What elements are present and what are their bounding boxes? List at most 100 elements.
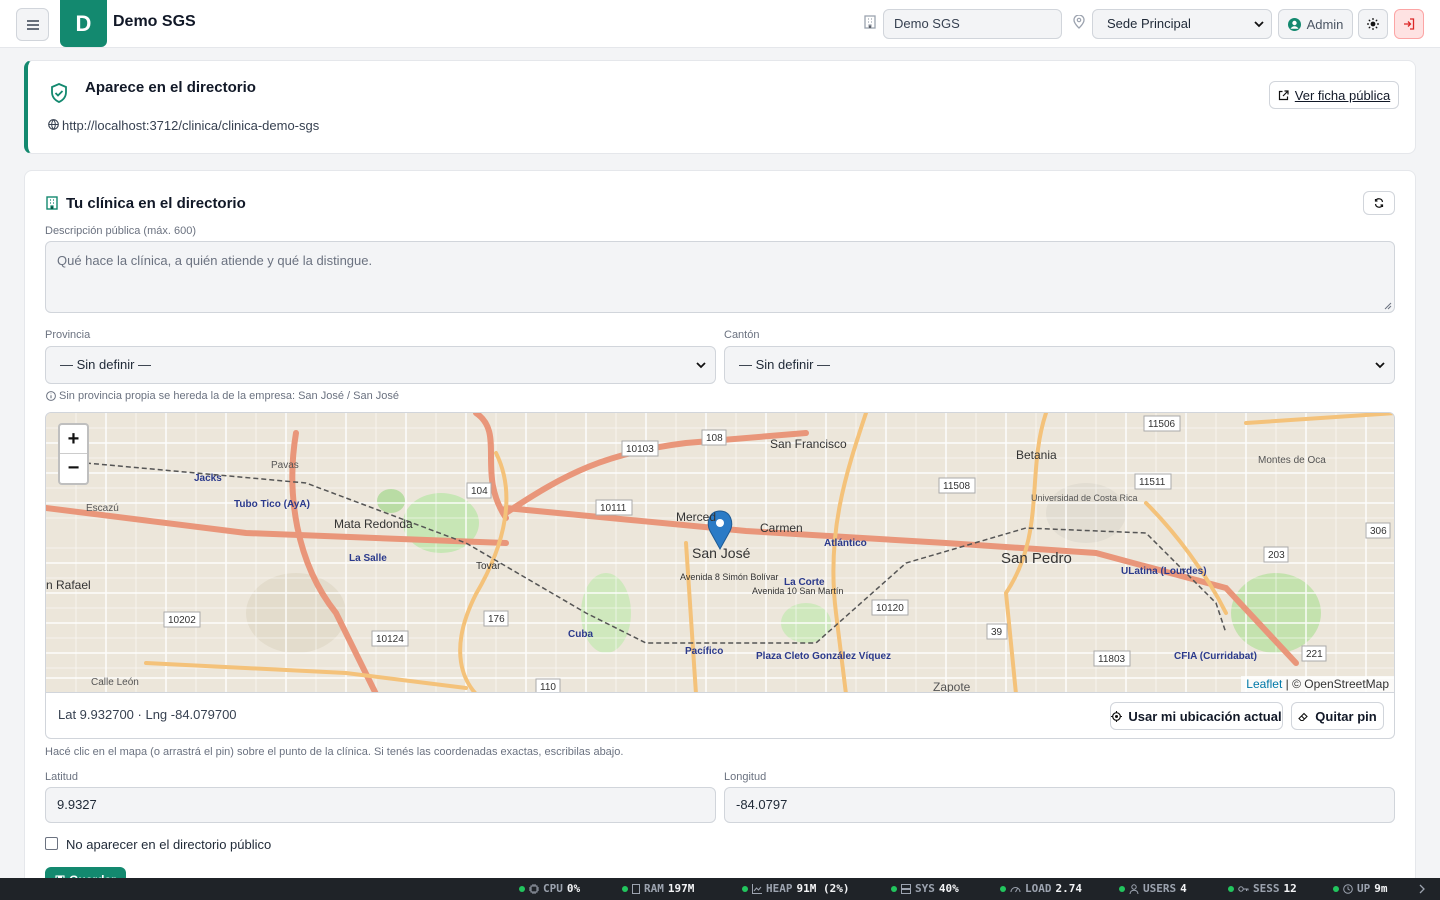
route-shield: 306 [1365, 522, 1391, 539]
refresh-icon [1374, 198, 1384, 208]
theme-toggle-button[interactable] [1358, 9, 1388, 39]
route-shield: 39 [986, 623, 1008, 640]
resize-handle-icon[interactable] [1384, 302, 1392, 310]
public-url[interactable]: http://localhost:3712/clinica/clinica-de… [62, 118, 319, 133]
route-shield: 11803 [1093, 650, 1131, 667]
external-link-icon [1278, 89, 1289, 100]
map-label: Universidad de Costa Rica [1031, 493, 1138, 503]
map-label: Zapote [933, 680, 971, 693]
description-textarea[interactable]: Qué hace la clínica, a quién atiende y q… [45, 241, 1395, 313]
status-users: USERS 4 [1119, 882, 1187, 895]
map-label: Carmen [760, 521, 803, 535]
route-shield: 10202 [163, 611, 201, 628]
leaflet-link[interactable]: Leaflet [1246, 677, 1282, 691]
zoom-in-button[interactable]: + [60, 425, 87, 454]
svg-text:306: 306 [1370, 526, 1387, 537]
zoom-out-button[interactable]: − [60, 454, 87, 483]
hide-from-directory-label[interactable]: No aparecer en el directorio público [66, 837, 271, 852]
map-label: Pacífico [685, 646, 723, 657]
user-menu-button[interactable]: Admin [1278, 9, 1353, 39]
canton-label: Cantón [724, 329, 760, 341]
chart-line-icon [752, 883, 762, 894]
route-shield: 104 [466, 482, 492, 499]
sede-select-value: Sede Principal [1107, 16, 1191, 31]
status-sys: SYS 40% [891, 882, 959, 895]
route-shield: 10124 [371, 630, 409, 647]
map-label: Mata Redonda [334, 517, 413, 531]
provincia-select[interactable]: — Sin definir — [45, 346, 716, 384]
map-label: Atlántico [824, 538, 867, 549]
chevron-down-icon [1375, 362, 1385, 369]
stat-value: 12 [1283, 882, 1297, 895]
clinic-building-icon [46, 196, 58, 210]
map-hint: Hacé clic en el mapa (o arrastrá el pin)… [45, 746, 624, 758]
map-label: San Pedro [1001, 550, 1072, 567]
status-bar: CPU 0% RAM 197M HEAP 91M (2%) SYS 40% LO… [0, 878, 1440, 900]
map-label: La Salle [349, 553, 387, 564]
route-shield: 108 [701, 429, 727, 446]
view-public-profile-button[interactable]: Ver ficha pública [1269, 81, 1399, 109]
svg-text:10103: 10103 [626, 444, 654, 455]
map-label: Cuba [568, 629, 593, 640]
stat-key: LOAD [1025, 882, 1052, 895]
svg-text:11508: 11508 [943, 481, 971, 492]
map-label: CFIA (Curridabat) [1174, 651, 1257, 662]
canton-select[interactable]: — Sin definir — [724, 346, 1395, 384]
map-tiles[interactable]: San José San Pedro San Francisco Carmen … [46, 413, 1395, 693]
cpu-icon [529, 883, 539, 894]
map-label: Tubo Tico (AyA) [234, 499, 310, 510]
status-load: LOAD 2.74 [1000, 882, 1082, 895]
status-dot [891, 885, 897, 892]
provincia-label: Provincia [45, 329, 91, 341]
location-pin-icon [1073, 15, 1085, 29]
shield-check-icon [51, 83, 67, 103]
refresh-button[interactable] [1363, 191, 1395, 215]
map-label: Merced [676, 510, 716, 524]
status-dot [1000, 885, 1006, 892]
svg-text:176: 176 [488, 614, 505, 625]
map-label: n Rafael [46, 578, 91, 592]
route-shield: 221 [1301, 645, 1327, 662]
svg-text:10111: 10111 [600, 503, 627, 514]
svg-text:104: 104 [471, 486, 488, 497]
menu-button[interactable] [16, 8, 49, 41]
remove-pin-button[interactable]: Quitar pin [1291, 702, 1384, 730]
info-icon [46, 391, 56, 401]
map-label: Avenida 8 Simón Bolívar [680, 572, 778, 582]
user-circle-icon [1287, 17, 1301, 31]
logout-button[interactable] [1394, 9, 1424, 39]
map-label: San Francisco [770, 437, 847, 451]
hide-from-directory-checkbox[interactable] [45, 837, 58, 850]
location-map[interactable]: San José San Pedro San Francisco Carmen … [45, 412, 1395, 693]
latitude-label: Latitud [45, 771, 79, 783]
map-label: ULatina (Lourdes) [1121, 566, 1207, 577]
longitude-input[interactable]: -84.0797 [724, 787, 1395, 823]
building-icon [864, 15, 876, 29]
stat-value: 2.74 [1055, 882, 1083, 895]
use-current-location-button[interactable]: Usar mi ubicación actual [1110, 702, 1283, 730]
status-dot [1228, 885, 1234, 892]
svg-text:108: 108 [706, 433, 723, 444]
map-label: Escazú [86, 503, 119, 514]
latitude-input[interactable]: 9.9327 [45, 787, 716, 823]
svg-text:11803: 11803 [1098, 654, 1126, 665]
stat-value: 0% [566, 882, 581, 895]
sun-icon [1367, 18, 1379, 30]
gauge-icon [1010, 886, 1021, 892]
company-field[interactable]: Demo SGS [883, 9, 1062, 39]
stat-value: 91M (2%) [796, 882, 850, 895]
chevron-right-icon[interactable] [1419, 884, 1425, 894]
osm-attribution: | © OpenStreetMap [1285, 677, 1389, 691]
eraser-icon [1298, 712, 1309, 721]
map-footer: Lat 9.932700 · Lng -84.079700 Usar mi ub… [45, 693, 1395, 739]
map-label: Pavas [271, 460, 299, 471]
provincia-value: — Sin definir — [60, 357, 152, 372]
route-shield: 10103 [621, 440, 659, 457]
status-cpu: CPU 0% [519, 882, 580, 895]
chevron-down-icon [696, 362, 706, 369]
route-shield: 176 [483, 610, 509, 627]
sede-select[interactable]: Sede Principal [1092, 9, 1272, 39]
stat-key: CPU [543, 882, 563, 895]
route-shield: 203 [1263, 546, 1289, 563]
view-public-profile-label: Ver ficha pública [1294, 87, 1391, 103]
